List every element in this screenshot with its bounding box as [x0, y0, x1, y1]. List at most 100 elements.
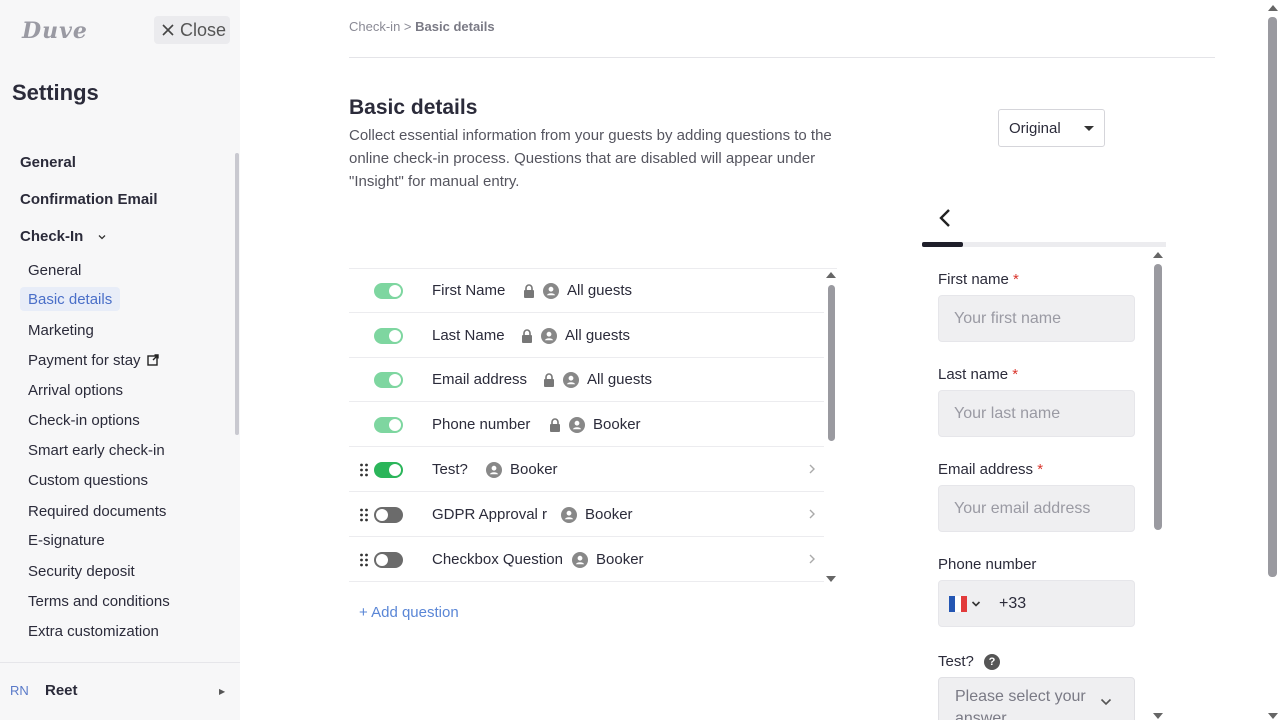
preview-last-name-input[interactable]: Your last name [938, 390, 1135, 437]
toggle-knob [389, 374, 401, 386]
page-scrollbar-thumb[interactable] [1268, 17, 1277, 577]
avatar: RN [10, 683, 29, 698]
person-icon [541, 327, 557, 344]
sidebar-item-check-in[interactable]: Check-In [20, 228, 106, 245]
page-description: Collect essential information from your … [349, 127, 832, 190]
question-label: GDPR Approval r [432, 506, 548, 523]
drag-grip-icon[interactable] [359, 553, 369, 567]
person-icon [572, 551, 588, 568]
chevron-right-icon[interactable] [808, 464, 816, 474]
questions-list: First Name All guests Last Name All gues… [349, 268, 837, 586]
sidebar-subitem-basic-details[interactable]: Basic details [20, 287, 121, 311]
drag-grip-icon[interactable] [359, 508, 369, 522]
list-scrollbar-thumb[interactable] [828, 285, 835, 441]
person-icon [569, 416, 585, 433]
question-row-last-name: Last Name All guests [349, 314, 824, 358]
france-flag-icon[interactable] [949, 595, 967, 612]
sidebar-item-general[interactable]: General [20, 154, 76, 171]
chevron-left-icon[interactable] [937, 208, 953, 228]
preview-label-test: Test? ? [938, 653, 1001, 671]
sidebar-item-confirmation-email[interactable]: Confirmation Email [20, 191, 158, 208]
question-toggle[interactable] [374, 462, 403, 478]
page-scroll-up-arrow[interactable] [1268, 5, 1278, 11]
chevron-right-icon[interactable] [808, 509, 816, 519]
close-icon [162, 24, 174, 36]
chevron-down-icon[interactable] [971, 600, 981, 608]
question-audience: All guests [587, 371, 653, 388]
sidebar-subitem-check-in-options[interactable]: Check-in options [20, 408, 148, 432]
sidebar-subitem-e-signature[interactable]: E-signature [20, 528, 113, 552]
add-question-link[interactable]: + Add question [359, 604, 459, 621]
sidebar-subitem-arrival-options[interactable]: Arrival options [20, 378, 131, 402]
question-label: Last Name [432, 327, 505, 344]
preview-first-name-input[interactable]: Your first name [938, 295, 1135, 342]
sidebar-subitem-security-deposit[interactable]: Security deposit [20, 559, 143, 583]
preview-label-email: Email address * [938, 461, 1043, 478]
question-row-first-name: First Name All guests [349, 269, 824, 313]
chevron-down-icon [1100, 698, 1112, 706]
question-audience: Booker [596, 551, 644, 568]
subitem-label: E-signature [28, 531, 105, 549]
subitem-label: Security deposit [28, 562, 135, 580]
preview-scrollbar-thumb[interactable] [1154, 264, 1162, 530]
sidebar-subitem-marketing[interactable]: Marketing [20, 318, 102, 342]
help-icon[interactable]: ? [984, 654, 1001, 671]
user-menu[interactable]: RN Reet ▶ [0, 662, 240, 720]
lock-icon [522, 328, 532, 343]
close-button[interactable]: Close [154, 16, 230, 44]
chevron-right-icon[interactable] [808, 554, 816, 564]
subitem-label: Custom questions [28, 471, 149, 489]
sidebar-subitem-extra-customization[interactable]: Extra customization [20, 619, 167, 643]
question-label: First Name [432, 282, 506, 299]
question-row-test[interactable]: Test? Booker [349, 448, 824, 492]
caret-down-icon [1084, 126, 1094, 131]
preview-phone-input[interactable]: +33 [938, 580, 1135, 627]
preview-scroll-down-arrow[interactable] [1153, 713, 1163, 719]
sidebar-subitem-smart-early-check-in[interactable]: Smart early check-in [20, 438, 173, 462]
page-scroll-down-arrow[interactable] [1268, 713, 1278, 719]
question-label: Phone number [432, 416, 531, 433]
chevron-down-icon [98, 235, 105, 240]
lock-icon [524, 283, 534, 298]
list-scroll-down-arrow[interactable] [826, 576, 836, 582]
lock-icon [550, 417, 560, 432]
question-toggle[interactable] [374, 417, 403, 433]
sidebar-item-check-in-label: Check-In [20, 228, 84, 245]
subitem-label: Extra customization [28, 622, 159, 640]
question-toggle[interactable] [374, 507, 403, 523]
preview-scroll-up-arrow[interactable] [1153, 252, 1163, 258]
breadcrumb: Check-in > Basic details [349, 19, 495, 34]
language-select[interactable]: Original [998, 109, 1105, 147]
settings-sidebar: Duve Close Settings General Confirmation… [0, 0, 240, 720]
question-toggle[interactable] [374, 328, 403, 344]
subitem-label: Smart early check-in [28, 441, 165, 459]
subitem-label: Marketing [28, 321, 94, 339]
person-icon [486, 461, 502, 478]
question-audience: All guests [567, 282, 633, 299]
question-row-gdpr-approval[interactable]: GDPR Approval r Booker [349, 493, 824, 537]
sidebar-subitem-terms-and-conditions[interactable]: Terms and conditions [20, 589, 178, 613]
toggle-knob [376, 554, 388, 566]
preview-progress-fill [922, 242, 963, 247]
settings-title: Settings [12, 80, 99, 105]
required-marker: * [1037, 461, 1044, 478]
question-toggle[interactable] [374, 372, 403, 388]
sidebar-subitem-custom-questions[interactable]: Custom questions [20, 468, 156, 492]
question-row-checkbox-question[interactable]: Checkbox Question Booker [349, 538, 824, 582]
person-icon [543, 282, 559, 299]
question-toggle[interactable] [374, 283, 403, 299]
question-toggle[interactable] [374, 552, 403, 568]
list-scroll-up-arrow[interactable] [826, 272, 836, 278]
toggle-knob [389, 285, 401, 297]
sidebar-subitem-required-documents[interactable]: Required documents [20, 499, 174, 523]
sidebar-subitem-general[interactable]: General [20, 258, 89, 282]
question-label: Email address [432, 371, 528, 388]
drag-grip-icon[interactable] [359, 463, 369, 477]
sidebar-scrollbar[interactable] [235, 153, 239, 435]
preview-test-select[interactable]: Please select your answer [938, 677, 1135, 720]
preview-email-input[interactable]: Your email address [938, 485, 1135, 532]
sidebar-subitem-payment-for-stay[interactable]: Payment for stay [20, 348, 167, 372]
required-marker: * [1013, 271, 1019, 288]
preview-label-text: Last name [938, 366, 1009, 383]
breadcrumb-parent[interactable]: Check-in [349, 19, 400, 34]
